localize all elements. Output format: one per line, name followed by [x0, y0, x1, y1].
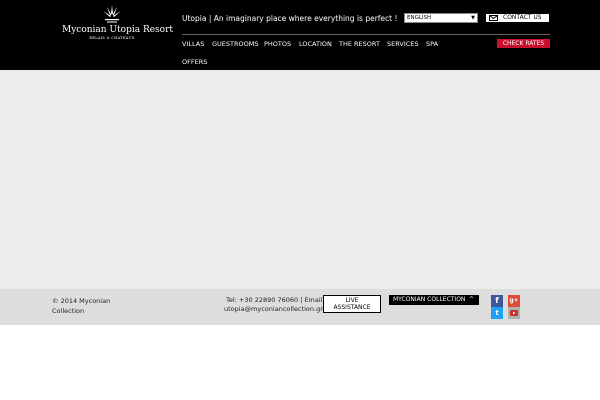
nav-spa[interactable]: SPA: [426, 40, 438, 48]
live-assistance-button[interactable]: LIVE ASSISTANCE: [323, 295, 381, 313]
contact-us-button[interactable]: CONTACT US: [485, 13, 550, 23]
live-assistance-label-1: LIVE: [345, 297, 359, 304]
chevron-down-icon: ▼: [471, 15, 475, 21]
palm-emblem-icon: [103, 5, 121, 23]
twitter-icon[interactable]: t: [491, 307, 503, 319]
logo-name: Myconian Utopia Resort: [62, 25, 174, 35]
copyright: © 2014 Myconian Collection: [52, 296, 110, 316]
myconian-collection-dropdown[interactable]: MYCONIAN COLLECTION ^: [389, 295, 479, 305]
footer-phone: Tel: +30 22890 76060 | Email:: [226, 296, 325, 304]
main-content-area: [0, 70, 600, 289]
footer-email-link[interactable]: utopia@myconiancollection.gr: [224, 305, 323, 313]
google-plus-icon[interactable]: g+: [508, 295, 520, 307]
nav-guestrooms[interactable]: GUESTROOMS: [212, 40, 258, 48]
youtube-play-glyph: [510, 310, 518, 316]
nav-offers[interactable]: OFFERS: [182, 58, 207, 66]
envelope-icon: [489, 15, 498, 21]
facebook-icon[interactable]: f: [491, 295, 503, 307]
collection-label: MYCONIAN COLLECTION: [393, 296, 466, 303]
youtube-icon[interactable]: [508, 307, 520, 319]
nav-services[interactable]: SERVICES: [387, 40, 419, 48]
copyright-line-2: Collection: [52, 307, 85, 315]
header-divider: [182, 34, 550, 35]
chevron-up-icon: ^: [468, 296, 474, 303]
resort-logo[interactable]: Myconian Utopia Resort RELAIS & CHATEAUX: [62, 4, 174, 50]
nav-photos[interactable]: PHOTOS: [264, 40, 291, 48]
live-assistance-label-2: ASSISTANCE: [333, 304, 371, 311]
nav-villas[interactable]: VILLAS: [182, 40, 204, 48]
logo-subtitle: RELAIS & CHATEAUX: [89, 36, 135, 40]
check-rates-button[interactable]: CHECK RATES: [497, 39, 550, 48]
contact-us-label: CONTACT US: [503, 14, 542, 21]
copyright-line-1: © 2014 Myconian: [52, 297, 111, 305]
language-select[interactable]: ENGLISH ▼: [404, 13, 478, 23]
tagline: Utopia | An imaginary place where everyt…: [182, 14, 398, 23]
site-header: Myconian Utopia Resort RELAIS & CHATEAUX…: [0, 0, 600, 70]
nav-location[interactable]: LOCATION: [299, 40, 332, 48]
language-select-value: ENGLISH: [407, 15, 432, 21]
nav-the-resort[interactable]: THE RESORT: [339, 40, 380, 48]
